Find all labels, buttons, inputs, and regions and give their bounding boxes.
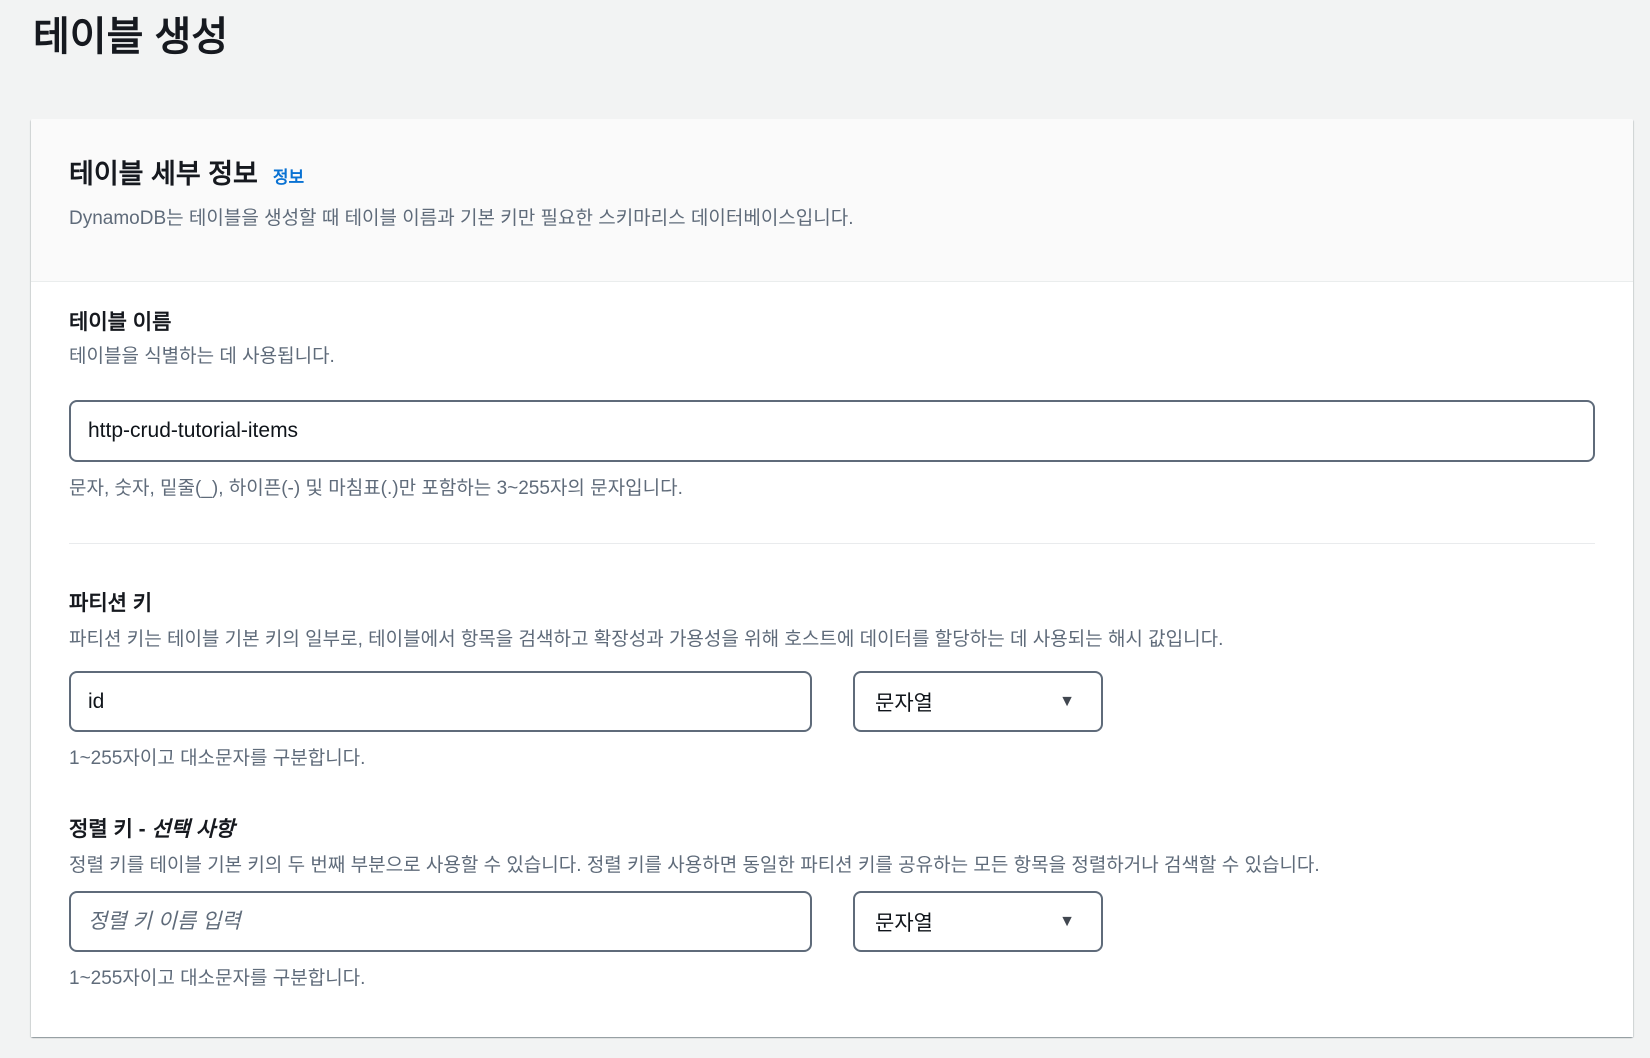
sort-key-type-value: 문자열 (875, 911, 933, 935)
partition-key-label: 파티션 키 (69, 592, 153, 615)
sort-key-description: 정렬 키를 테이블 기본 키의 두 번째 부분으로 사용할 수 있습니다. 정렬… (69, 855, 1320, 876)
sort-key-row: 문자열 ▼ (69, 891, 1595, 952)
panel-title-row: 테이블 세부 정보 정보 (69, 157, 1595, 191)
table-details-panel: 테이블 세부 정보 정보 DynamoDB는 테이블을 생성할 때 테이블 이름… (31, 119, 1633, 1037)
caret-down-icon: ▼ (1059, 692, 1075, 710)
panel-body: 테이블 이름 테이블을 식별하는 데 사용됩니다. 문자, 숫자, 밑줄(_),… (31, 282, 1633, 1037)
caret-down-icon: ▼ (1059, 912, 1075, 930)
partition-key-input[interactable] (69, 671, 812, 732)
panel-description: DynamoDB는 테이블을 생성할 때 테이블 이름과 기본 키만 필요한 스… (69, 208, 854, 229)
sort-key-label-text: 정렬 키 - (69, 818, 152, 841)
sort-key-input[interactable] (69, 891, 812, 952)
sort-key-optional-label: 선택 사항 (151, 818, 235, 841)
table-name-hint: 테이블을 식별하는 데 사용됩니다. (69, 346, 335, 367)
partition-key-type-select[interactable]: 문자열 ▼ (853, 671, 1103, 732)
partition-key-type-value: 문자열 (875, 691, 933, 715)
panel-header: 테이블 세부 정보 정보 DynamoDB는 테이블을 생성할 때 테이블 이름… (31, 119, 1633, 282)
table-name-label: 테이블 이름 (69, 311, 172, 334)
table-name-constraint: 문자, 숫자, 밑줄(_), 하이픈(-) 및 마침표(.)만 포함하는 3~2… (69, 478, 683, 499)
sort-key-label: 정렬 키 - 선택 사항 (69, 816, 1595, 844)
section-divider (69, 543, 1595, 544)
sort-key-constraint: 1~255자이고 대소문자를 구분합니다. (69, 968, 366, 989)
page-title: 테이블 생성 (33, 15, 229, 59)
table-name-input[interactable] (69, 400, 1595, 462)
partition-key-description: 파티션 키는 테이블 기본 키의 일부로, 테이블에서 항목을 검색하고 확장성… (69, 629, 1224, 650)
partition-key-constraint: 1~255자이고 대소문자를 구분합니다. (69, 748, 366, 769)
panel-title: 테이블 세부 정보 (69, 159, 258, 189)
info-link[interactable]: 정보 (273, 163, 304, 188)
sort-key-type-select[interactable]: 문자열 ▼ (853, 891, 1103, 952)
partition-key-row: 문자열 ▼ (69, 671, 1595, 732)
